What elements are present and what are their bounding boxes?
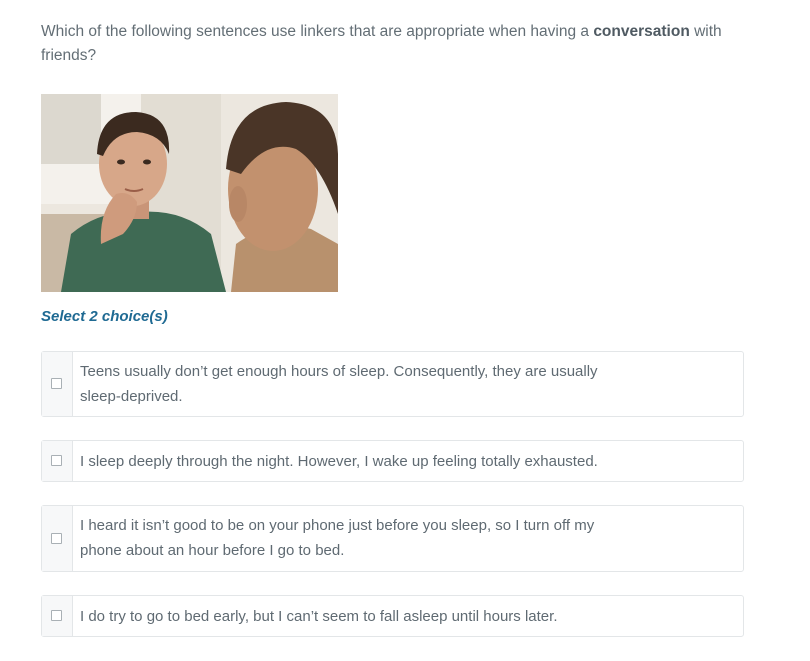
choice-option-3[interactable]: I heard it isn’t good to be on your phon…	[41, 505, 744, 572]
checkbox[interactable]	[51, 532, 62, 544]
choice-option-1[interactable]: Teens usually don’t get enough hours of …	[41, 351, 744, 417]
choice-option-4[interactable]: I do try to go to bed early, but I can’t…	[41, 595, 744, 637]
quiz-page: Which of the following sentences use lin…	[0, 0, 810, 661]
conversation-photo	[41, 94, 338, 292]
question-text: Which of the following sentences use lin…	[41, 20, 741, 68]
choice-text: I sleep deeply through the night. Howeve…	[80, 453, 598, 470]
checkbox-column	[42, 352, 73, 416]
checkbox-column	[42, 441, 73, 481]
choice-text: I do try to go to bed early, but I can’t…	[80, 608, 558, 625]
checkbox[interactable]	[51, 455, 62, 466]
select-instruction: Select 2 choice(s)	[41, 308, 168, 325]
choice-text: Teens usually don’t get enough hours of …	[80, 363, 598, 405]
choice-option-2[interactable]: I sleep deeply through the night. Howeve…	[41, 440, 744, 482]
question-prefix: Which of the following sentences use lin…	[41, 23, 589, 40]
checkbox[interactable]	[51, 610, 62, 621]
checkbox[interactable]	[51, 378, 62, 389]
question-bold-word: conversation	[593, 23, 690, 40]
checkbox-column	[42, 506, 73, 571]
choice-text: I heard it isn’t good to be on your phon…	[80, 517, 595, 559]
checkbox-column	[42, 596, 73, 636]
